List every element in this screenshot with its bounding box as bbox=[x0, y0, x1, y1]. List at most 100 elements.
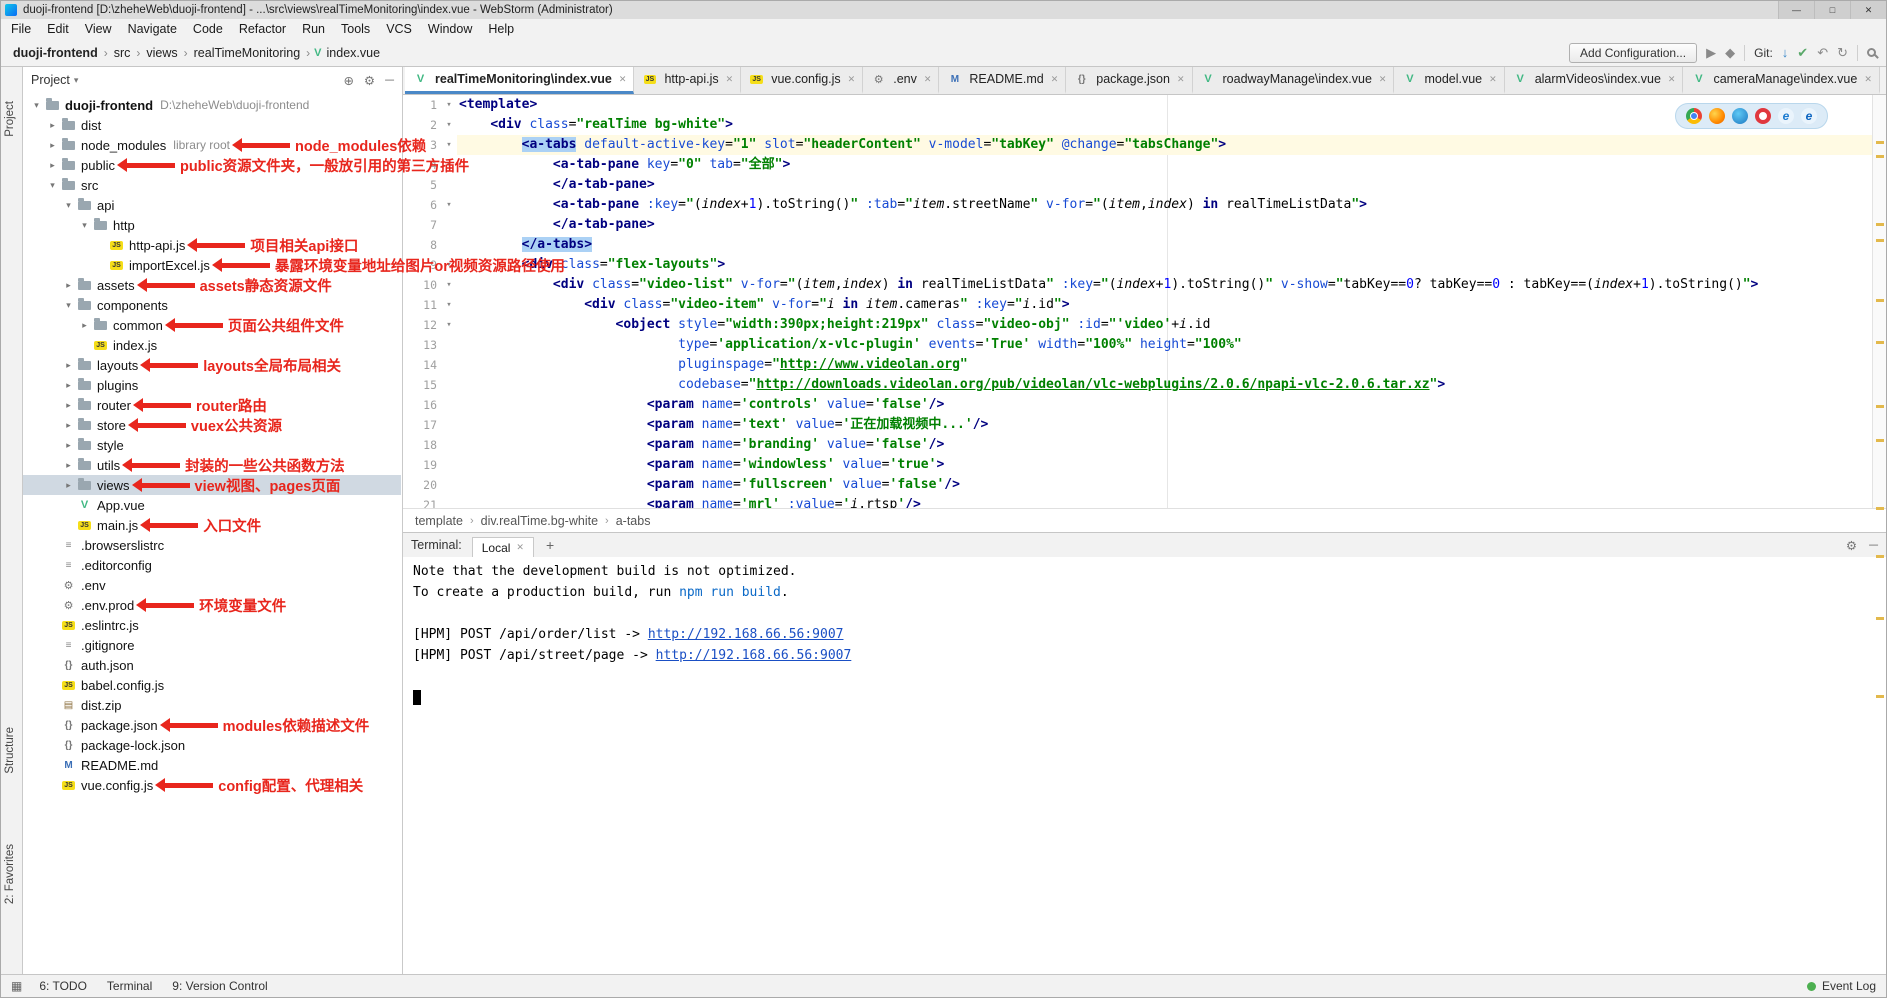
menu-item-file[interactable]: File bbox=[3, 22, 39, 36]
tree-item-eslintrc-js[interactable]: .eslintrc.js bbox=[23, 615, 402, 635]
fold-icon[interactable]: ▾ bbox=[441, 115, 457, 135]
tree-item-api[interactable]: ▾api bbox=[23, 195, 402, 215]
tab-close-icon[interactable]: ✕ bbox=[924, 74, 932, 85]
maximize-icon[interactable]: □ bbox=[1814, 1, 1850, 19]
breadcrumb-item[interactable]: duoji-frontend bbox=[11, 46, 100, 60]
tree-item-http[interactable]: ▾http bbox=[23, 215, 402, 235]
chevron-right-icon[interactable]: ▸ bbox=[61, 380, 76, 391]
git-commit-icon[interactable]: ✔ bbox=[1797, 45, 1808, 61]
hide-panel-icon[interactable]: ─ bbox=[1869, 538, 1878, 553]
terminal-link[interactable]: http://192.168.66.56:9007 bbox=[648, 627, 844, 642]
tree-item-store[interactable]: ▸storevuex公共资源 bbox=[23, 415, 402, 435]
chevron-right-icon[interactable]: ▸ bbox=[61, 460, 76, 471]
breadcrumb-item[interactable]: div.realTime.bg-white bbox=[481, 514, 598, 528]
fold-icon[interactable]: ▾ bbox=[441, 95, 457, 115]
tab-close-icon[interactable]: ✕ bbox=[726, 74, 734, 85]
hide-panel-icon[interactable]: ─ bbox=[385, 73, 394, 87]
tree-item-readme-md[interactable]: MREADME.md bbox=[23, 755, 402, 775]
tree-item-auth-json[interactable]: {}auth.json bbox=[23, 655, 402, 675]
breadcrumb-item[interactable]: a-tabs bbox=[616, 514, 651, 528]
chevron-down-icon[interactable]: ▾ bbox=[61, 200, 76, 211]
project-panel-title[interactable]: Project bbox=[31, 73, 70, 87]
terminal-tab-local[interactable]: Local ✕ bbox=[472, 537, 534, 558]
editor-tab-realtimemonitoring-index-vue[interactable]: VrealTimeMonitoring\index.vue✕ bbox=[405, 67, 634, 94]
tree-item-router[interactable]: ▸routerrouter路由 bbox=[23, 395, 402, 415]
tree-item-public[interactable]: ▸publicpublic资源文件夹，一般放引用的第三方插件 bbox=[23, 155, 469, 175]
tree-item-duoji-frontend[interactable]: ▾duoji-frontendD:\zheheWeb\duoji-fronten… bbox=[23, 95, 402, 115]
run-icon[interactable]: ▶ bbox=[1706, 45, 1716, 61]
tool-stripe-favorites[interactable]: 2: Favorites bbox=[4, 844, 16, 904]
status-version-control[interactable]: 9: Version Control bbox=[163, 979, 276, 993]
chevron-right-icon[interactable]: ▸ bbox=[61, 480, 76, 491]
tool-stripe-structure[interactable]: Structure bbox=[4, 727, 16, 774]
git-update-icon[interactable]: ↓ bbox=[1782, 45, 1789, 60]
tree-item-dist-zip[interactable]: ▤dist.zip bbox=[23, 695, 402, 715]
editor-tab-package-json[interactable]: {}package.json✕ bbox=[1066, 67, 1192, 94]
tree-item-env[interactable]: ⚙.env bbox=[23, 575, 402, 595]
locate-file-icon[interactable]: ⊕ bbox=[343, 73, 353, 88]
terminal-output[interactable]: Note that the development build is not o… bbox=[403, 557, 1886, 974]
fold-icon[interactable]: ▾ bbox=[441, 315, 457, 335]
tab-close-icon[interactable]: ✕ bbox=[1177, 74, 1185, 85]
history-icon[interactable]: ↻ bbox=[1837, 45, 1848, 61]
menu-item-edit[interactable]: Edit bbox=[39, 22, 77, 36]
editor-tab-roadwaymanage-index-vue[interactable]: VroadwayManage\index.vue✕ bbox=[1193, 67, 1395, 94]
edge-icon[interactable]: e bbox=[1801, 108, 1817, 124]
fold-icon[interactable]: ▾ bbox=[441, 195, 457, 215]
tree-item-http-api-js[interactable]: http-api.js项目相关api接口 bbox=[23, 235, 402, 255]
chevron-down-icon[interactable]: ▾ bbox=[45, 180, 60, 191]
chevron-right-icon[interactable]: ▸ bbox=[61, 280, 76, 291]
menu-item-window[interactable]: Window bbox=[420, 22, 480, 36]
editor-tab-alarmvideos-index-vue[interactable]: ValarmVideos\index.vue✕ bbox=[1505, 67, 1684, 94]
tree-item-style[interactable]: ▸style bbox=[23, 435, 402, 455]
tree-item-src[interactable]: ▾src bbox=[23, 175, 402, 195]
error-stripe[interactable] bbox=[1872, 95, 1886, 508]
menu-item-tools[interactable]: Tools bbox=[333, 22, 378, 36]
tree-item-env-prod[interactable]: ⚙.env.prod环境变量文件 bbox=[23, 595, 402, 615]
chevron-down-icon[interactable]: ▾ bbox=[61, 300, 76, 311]
debug-icon[interactable]: ◆ bbox=[1725, 45, 1735, 61]
safari-icon[interactable] bbox=[1732, 108, 1748, 124]
gear-icon[interactable]: ⚙ bbox=[1846, 538, 1857, 553]
new-terminal-icon[interactable]: + bbox=[546, 537, 554, 553]
tree-item-dist[interactable]: ▸dist bbox=[23, 115, 402, 135]
tab-close-icon[interactable]: ✕ bbox=[1379, 74, 1387, 85]
fold-icon[interactable]: ▾ bbox=[441, 275, 457, 295]
chevron-down-icon[interactable]: ▾ bbox=[29, 100, 44, 111]
tree-item-browserslistrc[interactable]: ≡.browserslistrc bbox=[23, 535, 402, 555]
tree-item-index-js[interactable]: index.js bbox=[23, 335, 402, 355]
chevron-right-icon[interactable]: ▸ bbox=[61, 440, 76, 451]
tab-close-icon[interactable]: ✕ bbox=[1864, 74, 1872, 85]
tool-windows-icon[interactable]: ▦ bbox=[11, 979, 22, 993]
opera-icon[interactable] bbox=[1755, 108, 1771, 124]
breadcrumb-item[interactable]: template bbox=[415, 514, 463, 528]
menu-item-run[interactable]: Run bbox=[294, 22, 333, 36]
menu-item-navigate[interactable]: Navigate bbox=[120, 22, 185, 36]
chrome-icon[interactable] bbox=[1686, 108, 1702, 124]
breadcrumb-item[interactable]: src bbox=[112, 46, 133, 60]
fold-icon[interactable]: ▾ bbox=[441, 135, 457, 155]
breadcrumb-item[interactable]: index.vue bbox=[325, 46, 383, 60]
tree-item-app-vue[interactable]: VApp.vue bbox=[23, 495, 402, 515]
tree-item-editorconfig[interactable]: ≡.editorconfig bbox=[23, 555, 402, 575]
tree-item-node-modules[interactable]: ▸node_moduleslibrary rootnode_modules依赖 bbox=[23, 135, 426, 155]
tree-item-babel-config-js[interactable]: babel.config.js bbox=[23, 675, 402, 695]
chevron-right-icon[interactable]: ▸ bbox=[45, 160, 60, 171]
terminal-link[interactable]: http://192.168.66.56:9007 bbox=[656, 648, 852, 663]
tab-close-icon[interactable]: ✕ bbox=[1489, 74, 1497, 85]
tree-item-components[interactable]: ▾components bbox=[23, 295, 402, 315]
search-icon[interactable] bbox=[1867, 48, 1876, 57]
chevron-right-icon[interactable]: ▸ bbox=[77, 320, 92, 331]
tab-close-icon[interactable]: ✕ bbox=[619, 74, 627, 85]
chevron-right-icon[interactable]: ▸ bbox=[61, 420, 76, 431]
editor-tab-http-api-js[interactable]: http-api.js✕ bbox=[634, 67, 741, 94]
event-log[interactable]: Event Log bbox=[1822, 979, 1876, 993]
tree-item-gitignore[interactable]: ≡.gitignore bbox=[23, 635, 402, 655]
menu-item-help[interactable]: Help bbox=[480, 22, 522, 36]
editor-tab-cameramanage-index-vue[interactable]: VcameraManage\index.vue✕ bbox=[1683, 67, 1879, 94]
chevron-right-icon[interactable]: ▸ bbox=[61, 360, 76, 371]
tree-item-main-js[interactable]: main.js入口文件 bbox=[23, 515, 402, 535]
chevron-down-icon[interactable]: ▾ bbox=[77, 220, 92, 231]
tab-close-icon[interactable]: ✕ bbox=[1668, 74, 1676, 85]
chevron-right-icon[interactable]: ▸ bbox=[45, 120, 60, 131]
